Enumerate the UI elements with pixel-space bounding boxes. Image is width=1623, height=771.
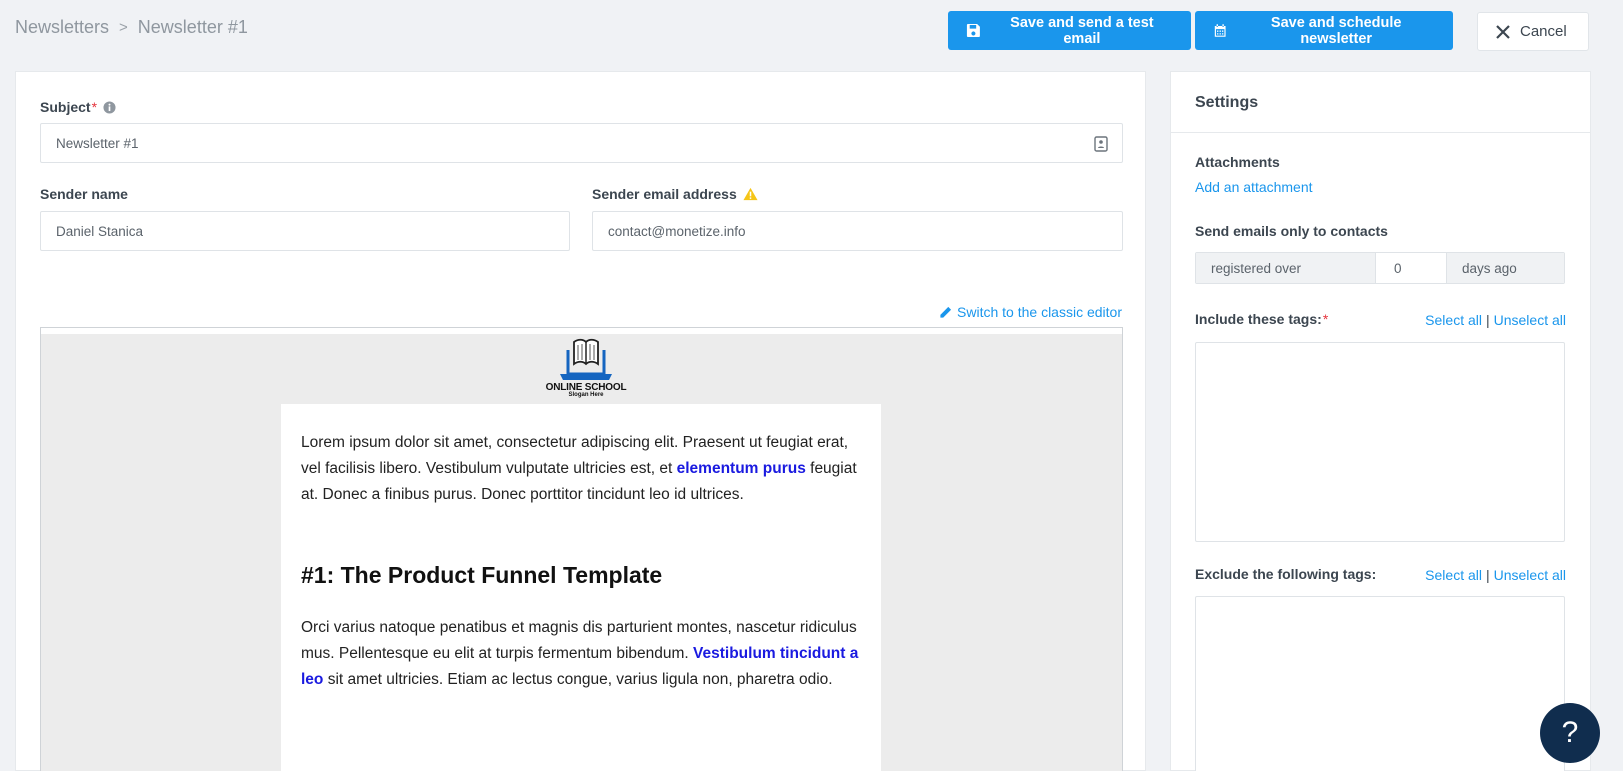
sender-name-value: Daniel Stanica bbox=[56, 223, 144, 239]
breadcrumb: Newsletters > Newsletter #1 bbox=[15, 17, 248, 38]
subject-label: Subject * bbox=[40, 99, 116, 115]
laptop-book-icon bbox=[560, 338, 612, 380]
breadcrumb-current: Newsletter #1 bbox=[137, 17, 248, 37]
cancel-label: Cancel bbox=[1520, 23, 1567, 40]
days-input[interactable]: 0 bbox=[1376, 253, 1446, 283]
email-preview[interactable]: ONLINE SCHOOL Slogan Here Lorem ipsum do… bbox=[40, 327, 1123, 771]
calendar-icon bbox=[1214, 24, 1226, 37]
cancel-button[interactable]: Cancel bbox=[1477, 12, 1589, 51]
include-tags-select-controls: Select all | Unselect all bbox=[1425, 312, 1566, 328]
registered-over-addon: registered over bbox=[1196, 253, 1376, 283]
email-heading: #1: The Product Funnel Template bbox=[301, 562, 663, 588]
help-button[interactable]: ? bbox=[1540, 703, 1600, 763]
exclude-unselect-all-link[interactable]: Unselect all bbox=[1494, 567, 1566, 583]
elementum-purus-link[interactable]: elementum purus bbox=[677, 460, 806, 477]
sender-email-label: Sender email address bbox=[592, 186, 758, 202]
sender-name-label: Sender name bbox=[40, 186, 128, 202]
include-tags-label: Include these tags:* bbox=[1195, 311, 1328, 327]
newsletter-editor-panel: Subject * Newsletter #1 Sender name Dani… bbox=[15, 71, 1146, 771]
sender-name-label-text: Sender name bbox=[40, 186, 128, 202]
email-paragraph-1: Lorem ipsum dolor sit amet, consectetur … bbox=[301, 430, 861, 508]
sender-name-input[interactable]: Daniel Stanica bbox=[40, 211, 570, 251]
include-select-all-link[interactable]: Select all bbox=[1425, 312, 1482, 328]
email-content[interactable]: Lorem ipsum dolor sit amet, consectetur … bbox=[281, 404, 881, 771]
pencil-icon bbox=[940, 306, 952, 318]
required-asterisk: * bbox=[91, 99, 98, 115]
save-and-schedule-label: Save and schedule newsletter bbox=[1270, 14, 1402, 47]
switch-classic-editor-link[interactable]: Switch to the classic editor bbox=[939, 304, 1122, 320]
school-logo: ONLINE SCHOOL Slogan Here bbox=[541, 336, 631, 406]
save-and-send-test-button[interactable]: Save and send a test email bbox=[948, 11, 1191, 50]
days-ago-addon: days ago bbox=[1446, 253, 1564, 283]
subject-value: Newsletter #1 bbox=[56, 135, 139, 151]
settings-title: Settings bbox=[1171, 72, 1590, 133]
personalization-tag-icon[interactable] bbox=[1094, 136, 1108, 152]
exclude-select-all-link[interactable]: Select all bbox=[1425, 567, 1482, 583]
required-asterisk: * bbox=[1322, 311, 1329, 327]
email-paragraph-2: Orci varius natoque penatibus et magnis … bbox=[301, 615, 861, 693]
registered-over-group: registered over 0 days ago bbox=[1195, 252, 1565, 284]
warning-icon[interactable] bbox=[743, 187, 758, 201]
divider: | bbox=[1485, 567, 1490, 583]
sender-email-value: contact@monetize.info bbox=[608, 223, 746, 239]
sender-email-input[interactable]: contact@monetize.info bbox=[592, 211, 1123, 251]
exclude-tags-box[interactable] bbox=[1195, 596, 1565, 771]
p2-text-b: sit amet ultricies. Etiam ac lectus cong… bbox=[323, 671, 833, 688]
settings-panel: Settings Attachments Add an attachment S… bbox=[1170, 71, 1591, 771]
subject-label-text: Subject bbox=[40, 99, 91, 115]
attachments-label: Attachments bbox=[1195, 154, 1280, 170]
save-and-schedule-button[interactable]: Save and schedule newsletter bbox=[1195, 11, 1453, 50]
subject-input[interactable]: Newsletter #1 bbox=[40, 123, 1123, 163]
switch-classic-editor-label: Switch to the classic editor bbox=[957, 304, 1122, 320]
exclude-tags-select-controls: Select all | Unselect all bbox=[1425, 567, 1566, 583]
close-icon bbox=[1496, 24, 1510, 39]
include-unselect-all-link[interactable]: Unselect all bbox=[1494, 312, 1566, 328]
breadcrumb-separator: > bbox=[119, 19, 128, 36]
question-mark-icon: ? bbox=[1561, 716, 1579, 749]
exclude-tags-label: Exclude the following tags: bbox=[1195, 566, 1377, 582]
include-tags-label-text: Include these tags: bbox=[1195, 311, 1322, 327]
email-preview-topbar bbox=[41, 328, 1122, 334]
divider: | bbox=[1485, 312, 1490, 328]
info-icon[interactable] bbox=[103, 100, 116, 114]
save-and-send-test-label: Save and send a test email bbox=[1010, 14, 1154, 47]
breadcrumb-newsletters-link[interactable]: Newsletters bbox=[15, 17, 109, 38]
floppy-disk-icon bbox=[966, 24, 980, 37]
send-only-label: Send emails only to contacts bbox=[1195, 223, 1388, 239]
sender-email-label-text: Sender email address bbox=[592, 186, 737, 202]
include-tags-box[interactable] bbox=[1195, 342, 1565, 542]
add-attachment-link[interactable]: Add an attachment bbox=[1195, 179, 1313, 195]
